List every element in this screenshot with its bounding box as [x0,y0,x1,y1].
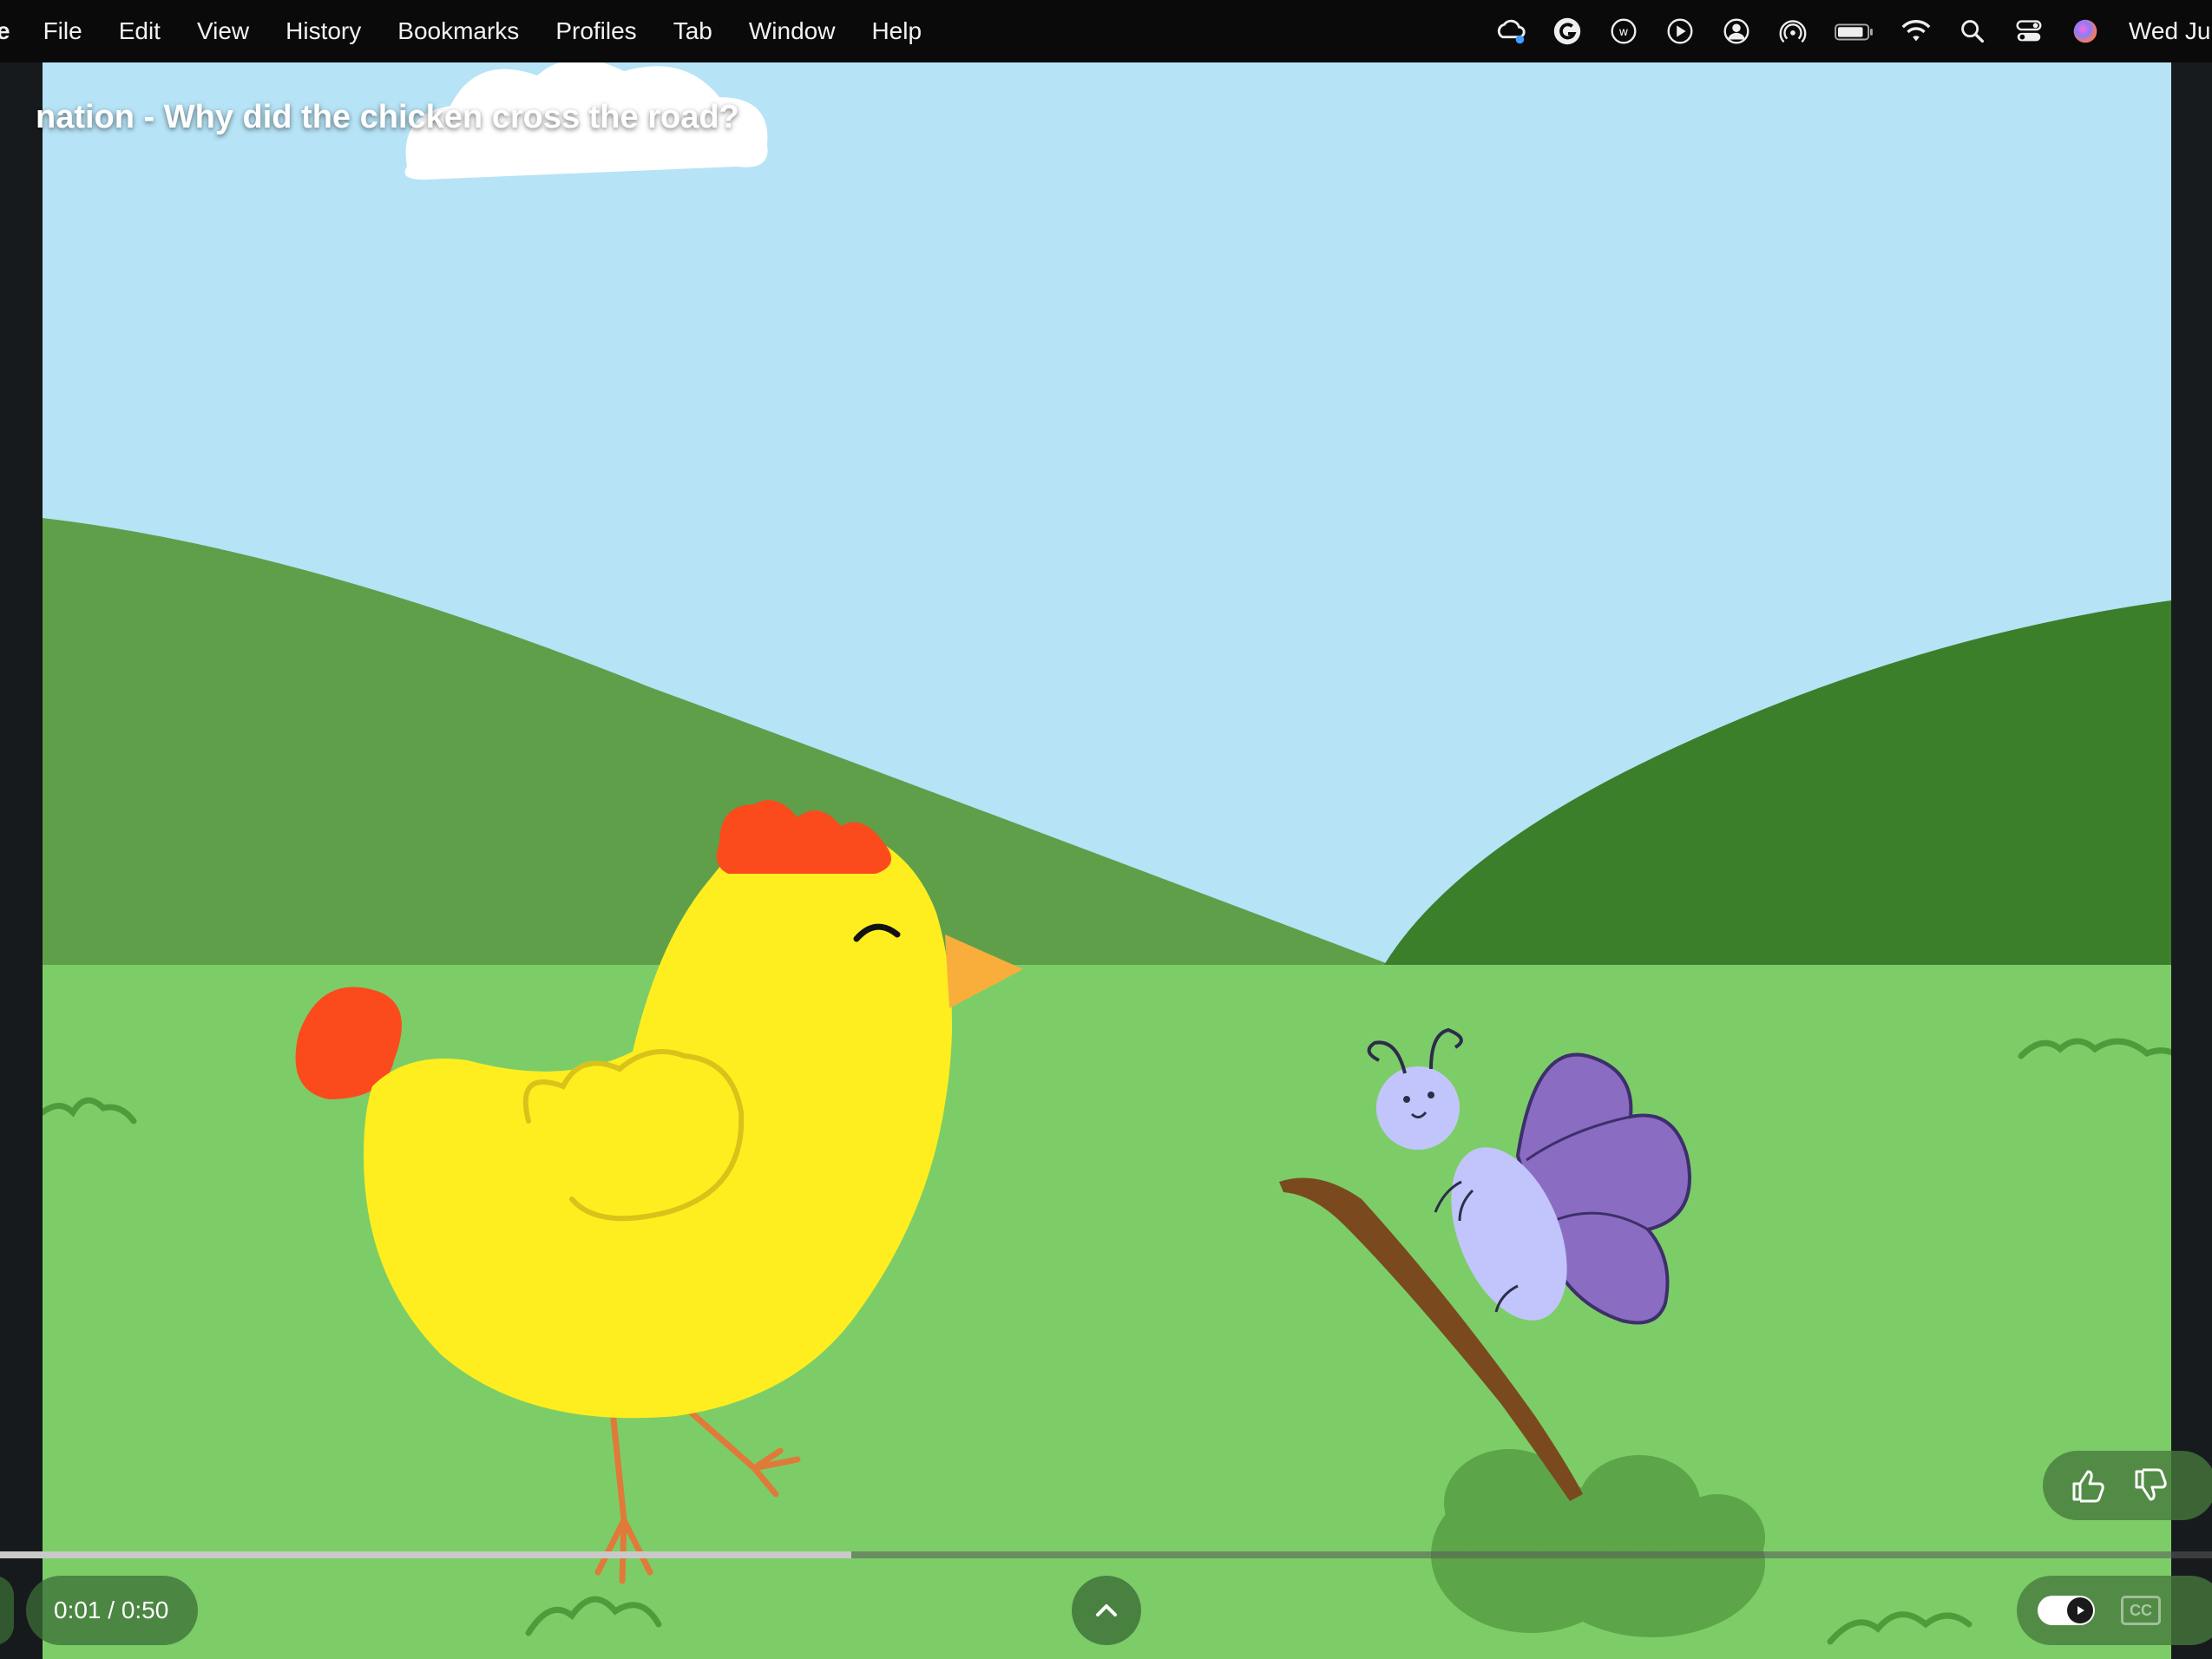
spotlight-search-icon[interactable] [1953,12,1992,50]
menu-view[interactable]: View [197,0,249,62]
video-frame[interactable]: nation - Why did the chicken cross the r… [36,62,2171,1659]
autoplay-icon [2067,1597,2093,1623]
menu-edit[interactable]: Edit [119,0,161,62]
video-title[interactable]: nation - Why did the chicken cross the r… [36,99,739,136]
menu-window[interactable]: Window [749,0,836,62]
progress-bar-played [0,1551,852,1558]
chevron-up-icon [1096,1604,1117,1616]
menu-file[interactable]: File [43,0,82,62]
play-circle-icon[interactable] [1661,12,1699,50]
menu-profiles[interactable]: Profiles [555,0,636,62]
video-player[interactable]: nation - Why did the chicken cross the r… [0,62,2212,1659]
expand-button[interactable] [1072,1576,1141,1645]
right-edge-strip [2171,62,2212,1659]
app-menu[interactable]: e [0,0,10,62]
battery-icon[interactable] [1830,12,1879,50]
captions-button[interactable]: CC [2121,1596,2161,1625]
autoplay-toggle[interactable] [2038,1596,2095,1625]
dislike-button[interactable] [2119,1454,2182,1517]
player-settings-group: CC [2017,1576,2212,1645]
status-area: w Wed Jun [1474,0,2212,62]
menu-list: e File Edit View History Bookmarks Profi… [0,0,958,62]
w-icon[interactable]: w [1605,12,1643,50]
control-center-icon[interactable] [2010,12,2048,50]
left-edge-strip [0,62,43,1659]
like-dislike-group [2043,1451,2212,1520]
menubar-clock[interactable]: Wed Jun [2129,17,2212,45]
menu-history[interactable]: History [286,0,361,62]
time-display: 0:01 / 0:50 [26,1576,198,1645]
user-circle-icon[interactable] [1717,12,1756,50]
menu-bar: e File Edit View History Bookmarks Profi… [0,0,2212,62]
captions-icon: CC [2130,1601,2152,1619]
siri-icon[interactable] [2066,12,2104,50]
svg-text:w: w [1619,26,1629,39]
menu-help[interactable]: Help [871,0,922,62]
like-icon [2072,1470,2104,1503]
wifi-icon[interactable] [1897,12,1935,50]
cartoon-scene [43,62,2171,1659]
airdrop-icon[interactable] [1774,12,1812,50]
like-button[interactable] [2057,1454,2119,1517]
menu-tab[interactable]: Tab [673,0,712,62]
menu-bookmarks[interactable]: Bookmarks [397,0,519,62]
progress-bar[interactable] [0,1551,2212,1558]
creative-cloud-icon[interactable] [1492,12,1530,50]
grammarly-icon[interactable] [1548,12,1586,50]
time-display-text: 0:01 / 0:50 [54,1597,169,1623]
dislike-icon [2135,1468,2167,1501]
